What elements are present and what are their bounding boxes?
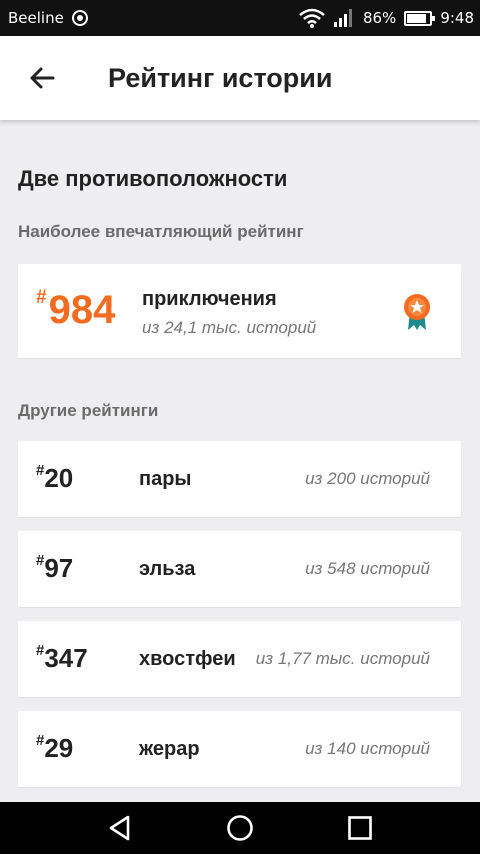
nav-home-button[interactable] <box>216 804 264 852</box>
location-icon <box>71 10 88 26</box>
signal-icon <box>333 9 352 27</box>
row-rank: #29 <box>36 733 74 764</box>
ranking-row[interactable]: #20 пары из 200 историй <box>18 441 461 517</box>
ranking-row[interactable]: #29 жерар из 140 историй <box>18 711 461 787</box>
row-rank: #347 <box>36 643 88 674</box>
clock: 9:48 <box>440 9 474 27</box>
rank-number: 20 <box>44 463 74 493</box>
other-rankings-label: Другие рейтинги <box>18 401 159 420</box>
rank-number: 29 <box>44 733 74 763</box>
status-bar: Beeline 86% 9:48 <box>0 0 480 36</box>
row-rank: #20 <box>36 463 74 494</box>
circle-home-icon <box>227 815 253 841</box>
ranking-row[interactable]: #97 эльза из 548 историй <box>18 531 461 607</box>
system-nav-bar <box>0 802 480 854</box>
row-rank: #97 <box>36 553 74 584</box>
battery-percent: 86% <box>362 9 397 27</box>
status-icons: 86% 9:48 <box>299 8 474 28</box>
page-title: Рейтинг истории <box>108 62 333 93</box>
square-recents-icon <box>348 816 372 840</box>
row-tag: эльза <box>139 558 196 580</box>
nav-back-button[interactable] <box>96 804 144 852</box>
row-of-count: из 200 историй <box>305 469 430 488</box>
rank-number: 97 <box>44 553 74 583</box>
row-tag: жерар <box>139 738 200 760</box>
carrier-name: Beeline <box>8 9 64 27</box>
medal-icon <box>404 294 430 330</box>
row-of-count: из 548 историй <box>305 559 430 578</box>
row-tag: пары <box>139 468 192 490</box>
best-of-count: из 24,1 тыс. историй <box>142 318 317 337</box>
triangle-back-icon <box>109 815 130 841</box>
ranking-row[interactable]: #347 хвостфеи из 1,77 тыс. историй <box>18 621 461 697</box>
rank-hash: # <box>36 287 47 308</box>
app-bar: Рейтинг истории <box>0 36 480 120</box>
story-title: Две противоположности <box>18 166 288 191</box>
nav-recents-button[interactable] <box>336 804 384 852</box>
best-tag: приключения <box>142 288 277 310</box>
back-button[interactable] <box>12 48 72 108</box>
best-ranking-label: Наиболее впечатляющий рейтинг <box>18 222 304 241</box>
battery-icon <box>404 10 436 26</box>
ranking-content: Две противоположности Наиболее впечатляю… <box>0 120 480 802</box>
best-ranking-card[interactable]: #984 приключения из 24,1 тыс. историй <box>18 264 461 358</box>
best-rank: #984 <box>36 286 115 334</box>
row-of-count: из 1,77 тыс. историй <box>255 649 430 668</box>
wifi-icon <box>299 8 325 28</box>
arrow-left-icon <box>30 67 55 89</box>
row-of-count: из 140 историй <box>305 739 430 758</box>
rank-number: 347 <box>44 643 88 673</box>
rank-number: 984 <box>48 288 116 332</box>
row-tag: хвостфеи <box>139 648 236 670</box>
